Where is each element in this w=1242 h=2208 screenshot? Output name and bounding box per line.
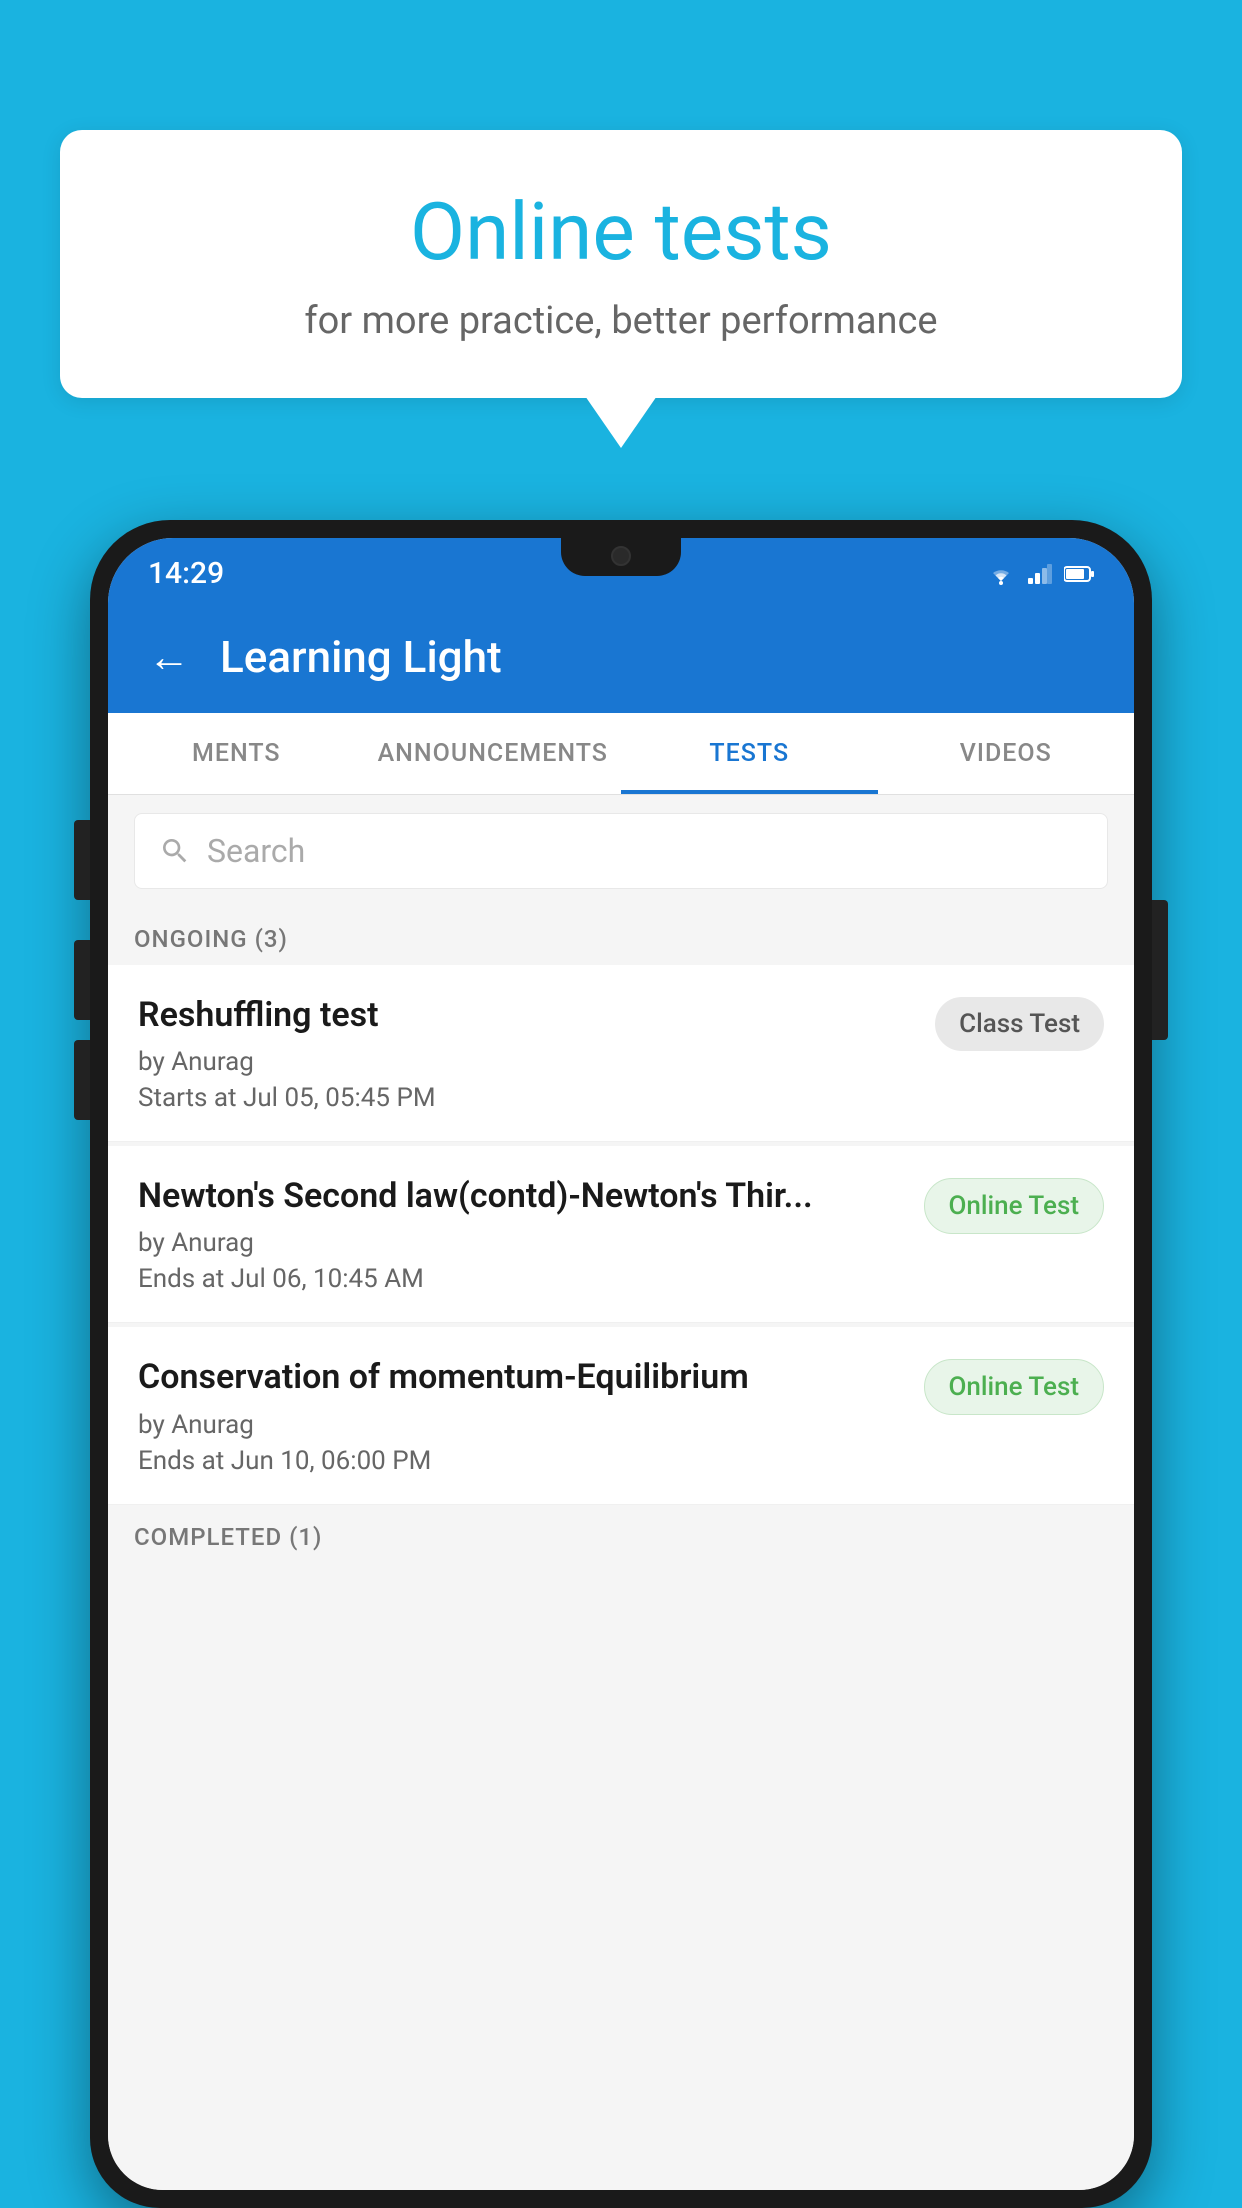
tab-videos[interactable]: VIDEOS (878, 713, 1135, 794)
completed-section-header: COMPLETED (1) (108, 1509, 1134, 1559)
test-card-2[interactable]: Newton's Second law(contd)-Newton's Thir… (108, 1146, 1134, 1323)
test-card-3[interactable]: Conservation of momentum-Equilibrium by … (108, 1327, 1134, 1504)
tab-tests[interactable]: TESTS (621, 713, 878, 794)
battery-icon (1064, 565, 1094, 583)
search-container: Search (108, 795, 1134, 907)
test-badge-1: Class Test (935, 997, 1104, 1051)
test-by-1: by Anurag (138, 1047, 915, 1077)
phone-screen: 14:29 (108, 538, 1134, 2190)
test-date-3: Ends at Jun 10, 06:00 PM (138, 1446, 904, 1476)
back-button[interactable]: ← (148, 633, 190, 682)
wifi-icon (986, 563, 1016, 585)
test-title-1: Reshuffling test (138, 993, 915, 1037)
status-time: 14:29 (148, 556, 224, 591)
list-content: ONGOING (3) Reshuffling test by Anurag S… (108, 907, 1134, 2190)
test-date-1: Starts at Jul 05, 05:45 PM (138, 1083, 915, 1113)
test-title-3: Conservation of momentum-Equilibrium (138, 1355, 904, 1399)
signal-icon (1028, 564, 1052, 584)
test-by-3: by Anurag (138, 1410, 904, 1440)
speech-bubble-container: Online tests for more practice, better p… (60, 130, 1182, 398)
speech-bubble: Online tests for more practice, better p… (60, 130, 1182, 398)
tab-ments[interactable]: MENTS (108, 713, 365, 794)
search-icon (159, 835, 191, 867)
phone-notch (561, 538, 681, 576)
test-date-2: Ends at Jul 06, 10:45 AM (138, 1264, 904, 1294)
search-input-wrap[interactable]: Search (134, 813, 1108, 889)
tab-announcements[interactable]: ANNOUNCEMENTS (365, 713, 622, 794)
phone-outer: 14:29 (90, 520, 1152, 2208)
camera (611, 546, 631, 566)
status-icons (986, 563, 1094, 585)
test-info-2: Newton's Second law(contd)-Newton's Thir… (138, 1174, 924, 1294)
phone-container: 14:29 (90, 520, 1152, 2208)
test-title-2: Newton's Second law(contd)-Newton's Thir… (138, 1174, 904, 1218)
test-card-1[interactable]: Reshuffling test by Anurag Starts at Jul… (108, 965, 1134, 1142)
test-badge-2: Online Test (924, 1178, 1105, 1234)
ongoing-section-header: ONGOING (3) (108, 907, 1134, 965)
test-badge-3: Online Test (924, 1359, 1105, 1415)
test-info-3: Conservation of momentum-Equilibrium by … (138, 1355, 924, 1475)
tabs-bar: MENTS ANNOUNCEMENTS TESTS VIDEOS (108, 713, 1134, 795)
app-bar: ← Learning Light (108, 601, 1134, 713)
speech-bubble-title: Online tests (120, 185, 1122, 279)
test-info-1: Reshuffling test by Anurag Starts at Jul… (138, 993, 935, 1113)
search-placeholder: Search (207, 832, 305, 870)
app-bar-title: Learning Light (220, 631, 502, 683)
speech-bubble-subtitle: for more practice, better performance (120, 299, 1122, 343)
test-by-2: by Anurag (138, 1228, 904, 1258)
